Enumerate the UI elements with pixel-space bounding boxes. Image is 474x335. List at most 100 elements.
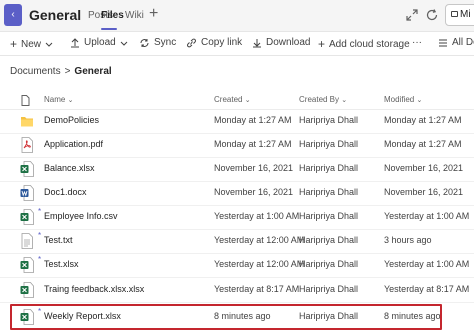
chevron-down-icon <box>120 41 128 46</box>
created-date: Monday at 1:27 AM <box>214 115 292 125</box>
column-modified[interactable]: Modified ⌄ <box>384 95 422 104</box>
meet-button[interactable]: Mi <box>445 4 474 26</box>
video-camera-icon <box>451 11 458 17</box>
modified-date: Monday at 1:27 AM <box>384 139 462 149</box>
new-item-icon: * <box>38 231 42 240</box>
file-name[interactable]: DemoPolicies <box>44 115 99 125</box>
link-icon <box>187 38 196 47</box>
excel-icon <box>20 282 34 298</box>
new-button[interactable]: + New <box>10 37 53 51</box>
modified-date: Yesterday at 1:00 AM <box>384 259 470 269</box>
created-date: November 16, 2021 <box>214 163 294 173</box>
modified-date: Yesterday at 8:17 AM <box>384 284 470 294</box>
table-row[interactable]: Balance.xlsx November 16, 2021 Haripriya… <box>0 158 474 182</box>
created-by: Haripriya Dhall <box>299 235 359 245</box>
breadcrumb-current: General <box>74 66 112 77</box>
column-created-by[interactable]: Created By ⌄ <box>299 95 347 104</box>
refresh-icon[interactable] <box>425 8 439 22</box>
file-name[interactable]: Traing feedback.xlsx.xlsx <box>44 284 144 294</box>
chevron-down-icon: ⌄ <box>67 97 74 104</box>
chevron-down-icon: ⌄ <box>244 97 251 104</box>
download-label: Download <box>266 37 311 48</box>
add-cloud-storage-button[interactable]: + Add cloud storage <box>318 37 410 51</box>
text-file-icon <box>21 233 33 249</box>
plus-icon: + <box>10 37 18 51</box>
created-by: Haripriya Dhall <box>299 284 359 294</box>
table-row[interactable]: Doc1.docx November 16, 2021 Haripriya Dh… <box>0 182 474 206</box>
excel-icon <box>20 257 34 273</box>
table-header: Name ⌄ Created ⌄ Created By ⌄ Modified ⌄ <box>0 90 474 110</box>
modified-date: Monday at 1:27 AM <box>384 115 462 125</box>
created-by: Haripriya Dhall <box>299 211 359 221</box>
created-by: Haripriya Dhall <box>299 163 359 173</box>
table-row[interactable]: * Test.txt Yesterday at 12:00 AM Haripri… <box>0 230 474 254</box>
tab-wiki[interactable]: Wiki <box>125 10 144 21</box>
view-selector[interactable]: All Doc <box>438 37 474 48</box>
chevron-down-icon <box>45 42 53 47</box>
column-name-label: Name <box>44 95 66 104</box>
expand-icon[interactable] <box>405 8 419 22</box>
table-row[interactable]: Application.pdf Monday at 1:27 AM Haripr… <box>0 134 474 158</box>
modified-date: November 16, 2021 <box>384 163 464 173</box>
more-icon: ··· <box>412 37 422 48</box>
table-row[interactable]: DemoPolicies Monday at 1:27 AM Haripriya… <box>0 110 474 134</box>
list-view-icon <box>439 39 447 46</box>
active-tab-indicator <box>101 28 117 30</box>
file-name[interactable]: Employee Info.csv <box>44 211 118 221</box>
sync-label: Sync <box>154 37 177 48</box>
add-cloud-storage-label: Add cloud storage <box>329 38 410 50</box>
download-button[interactable]: Download <box>252 37 310 48</box>
file-type-icon[interactable] <box>21 95 30 106</box>
column-name[interactable]: Name ⌄ <box>44 95 73 104</box>
created-by: Haripriya Dhall <box>299 139 359 149</box>
created-date: Monday at 1:27 AM <box>214 139 292 149</box>
upload-label: Upload <box>84 37 116 48</box>
created-date: November 16, 2021 <box>214 187 294 197</box>
column-created[interactable]: Created ⌄ <box>214 95 251 104</box>
created-date: Yesterday at 12:00 AM <box>214 259 305 269</box>
copy-link-button[interactable]: Copy link <box>186 37 242 48</box>
add-tab-icon[interactable]: + <box>149 5 158 23</box>
column-created-label: Created <box>214 95 243 104</box>
download-icon <box>253 38 261 47</box>
created-by: Haripriya Dhall <box>299 259 359 269</box>
file-name[interactable]: Test.txt <box>44 235 73 245</box>
file-name[interactable]: Balance.xlsx <box>44 163 95 173</box>
column-modified-label: Modified <box>384 95 415 104</box>
sync-button[interactable]: Sync <box>139 37 176 48</box>
channel-name: General <box>29 7 82 23</box>
chevron-down-icon: ⌄ <box>341 97 348 104</box>
chevron-down-icon: ⌄ <box>416 97 423 104</box>
created-date: Yesterday at 1:00 AM <box>214 211 300 221</box>
plus-icon: + <box>318 37 326 51</box>
more-options-button[interactable]: ··· <box>412 37 422 48</box>
table-row[interactable]: * Test.xlsx Yesterday at 12:00 AM Haripr… <box>0 254 474 278</box>
command-bar: + New Upload Sync Copy link Download + A… <box>0 32 474 56</box>
created-date: Yesterday at 8:17 AM <box>214 284 300 294</box>
view-selector-label: All Doc <box>452 37 474 48</box>
created-by: Haripriya Dhall <box>299 115 359 125</box>
tab-files[interactable]: Files <box>101 10 124 21</box>
meet-label: Mi <box>460 9 471 20</box>
file-name[interactable]: Test.xlsx <box>44 259 79 269</box>
file-name[interactable]: Application.pdf <box>44 139 103 149</box>
table-row[interactable]: Traing feedback.xlsx.xlsx Yesterday at 8… <box>0 279 474 303</box>
channel-header: ‹ General Posts Files Wiki + Mi <box>0 0 474 32</box>
breadcrumb: Documents > General <box>10 66 112 77</box>
selection-highlight <box>10 304 442 330</box>
excel-icon <box>20 209 34 225</box>
team-avatar[interactable]: ‹ <box>4 4 22 26</box>
new-item-icon: * <box>38 255 42 264</box>
copy-link-label: Copy link <box>201 37 243 48</box>
word-icon <box>20 185 34 201</box>
breadcrumb-documents[interactable]: Documents <box>10 66 61 77</box>
file-name[interactable]: Doc1.docx <box>44 187 87 197</box>
folder-icon <box>21 117 33 127</box>
new-label: New <box>21 38 42 50</box>
modified-date: Yesterday at 1:00 AM <box>384 211 470 221</box>
upload-icon <box>71 37 79 47</box>
upload-button[interactable]: Upload <box>70 37 128 48</box>
modified-date: 3 hours ago <box>384 235 432 245</box>
sync-icon <box>140 38 149 47</box>
table-row[interactable]: * Employee Info.csv Yesterday at 1:00 AM… <box>0 206 474 230</box>
